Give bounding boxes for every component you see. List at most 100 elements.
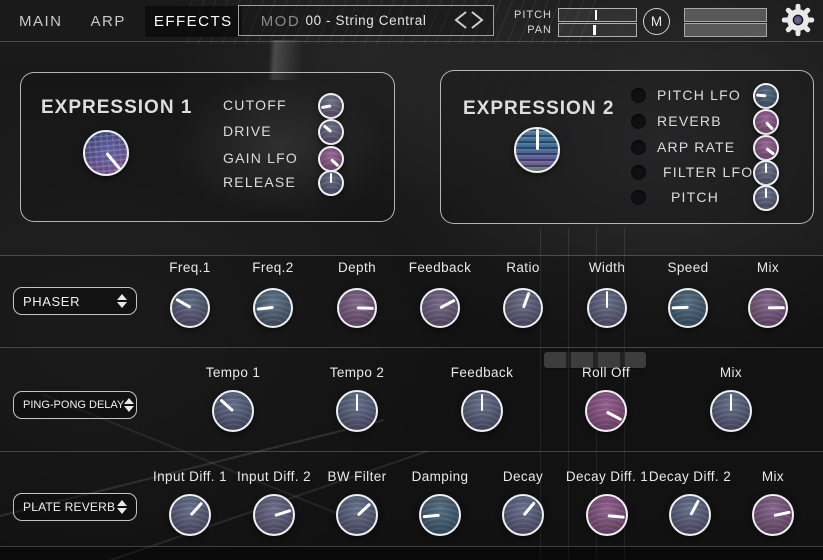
knob-label: Feedback [434, 365, 530, 383]
meter-top [684, 8, 767, 22]
expression-1-panel: EXPRESSION 1 CUTOFF DRIVE GAIN LFO RELEA… [20, 72, 395, 222]
pitch-slider[interactable] [558, 8, 637, 22]
tab-main[interactable]: MAIN [10, 6, 72, 37]
param-label-reverb: REVERB [657, 113, 722, 129]
settings-gear-icon[interactable] [779, 1, 817, 39]
knob-tempo2[interactable] [336, 390, 378, 432]
param-label-pitch-lfo: PITCH LFO [657, 87, 741, 103]
knob-pointer [322, 125, 331, 133]
knob-cell: Input Diff. 1 [142, 452, 238, 536]
knob-cell: Mix [725, 452, 821, 536]
tab-effects[interactable]: EFFECTS [145, 6, 242, 37]
bottom-strip [0, 546, 823, 560]
knob-pointer [671, 307, 688, 310]
knob-cell: Decay [475, 452, 571, 536]
knob-input-diff-1[interactable] [169, 494, 211, 536]
peg-dot [631, 190, 646, 205]
knob-label: Input Diff. 2 [226, 469, 322, 487]
knob-tempo1[interactable] [212, 390, 254, 432]
tab-arp[interactable]: ARP [82, 6, 135, 37]
knob-label: Mix [720, 260, 816, 278]
knob-label: Depth [309, 260, 405, 278]
expression-1-macro-knob[interactable] [83, 130, 129, 176]
knob-label: Ratio [475, 260, 571, 278]
preset-prev-icon[interactable] [456, 12, 466, 28]
header-divider [0, 41, 823, 42]
param-label-gain-lfo: GAIN LFO [223, 150, 298, 166]
knob-depth[interactable] [337, 288, 377, 328]
effect-selector-reverb[interactable]: PLATE REVERB [13, 493, 137, 521]
knob-delay-feedback[interactable] [461, 390, 503, 432]
peg-dot [631, 114, 646, 129]
knob-decay[interactable] [502, 494, 544, 536]
effect-selector-delay[interactable]: PING-PONG DELAY [13, 391, 137, 419]
knob-freq1[interactable] [170, 288, 210, 328]
knob-input-diff-2[interactable] [253, 494, 295, 536]
knob-cell: Mix [720, 256, 816, 328]
knob-label: Decay [475, 469, 571, 487]
knob-bw-filter[interactable] [336, 494, 378, 536]
knob-release[interactable] [318, 170, 344, 196]
knob-filter-lfo[interactable] [753, 160, 779, 186]
knob-cell: Feedback [392, 256, 488, 328]
param-label-arp-rate: ARP RATE [657, 139, 735, 155]
knob-reverb-mix[interactable] [752, 494, 794, 536]
preset-name: 00 - String Central [306, 13, 427, 28]
dropdown-arrows-icon [124, 398, 134, 412]
knob-cell: Roll Off [558, 348, 654, 432]
knob-label: Decay Diff. 2 [642, 469, 738, 487]
mono-button[interactable]: M [643, 8, 670, 35]
knob-pointer [105, 152, 121, 170]
knob-pointer [189, 501, 203, 516]
knob-mix[interactable] [748, 288, 788, 328]
knob-pitch[interactable] [753, 185, 779, 211]
knob-pointer [607, 514, 625, 518]
effect-selector-phaser[interactable]: PHASER [13, 287, 137, 315]
knob-label: Mix [683, 365, 779, 383]
knob-pointer [481, 394, 484, 411]
expression-2-macro-knob[interactable] [514, 127, 560, 173]
knob-cutoff[interactable] [318, 93, 344, 119]
knob-arp-rate[interactable] [753, 135, 779, 161]
knob-width[interactable] [587, 288, 627, 328]
effect-selector-label: PHASER [23, 294, 80, 309]
knob-ratio[interactable] [503, 288, 543, 328]
knob-pointer [689, 499, 699, 516]
knob-pointer [605, 410, 622, 420]
knob-pointer [330, 173, 333, 183]
knob-cell: Mix [683, 348, 779, 432]
knob-decay-diff-2[interactable] [669, 494, 711, 536]
knob-freq2[interactable] [253, 288, 293, 328]
knob-pitch-lfo[interactable] [753, 83, 779, 109]
knob-reverb[interactable] [753, 109, 779, 135]
preset-selector[interactable]: 00 - String Central [238, 5, 494, 36]
knob-decay-diff-1[interactable] [586, 494, 628, 536]
knob-damping[interactable] [419, 494, 461, 536]
knob-pointer [321, 105, 331, 109]
knob-cell: Feedback [434, 348, 530, 432]
param-label-cutoff: CUTOFF [223, 97, 287, 113]
knob-cell: Damping [392, 452, 488, 536]
knob-cell: Tempo 1 [185, 348, 281, 432]
knob-delay-mix[interactable] [710, 390, 752, 432]
knob-pointer [274, 508, 291, 516]
preset-next-icon[interactable] [472, 12, 482, 28]
pan-slider[interactable] [558, 23, 637, 37]
pitch-slider-handle[interactable] [595, 10, 598, 20]
knob-label: Input Diff. 1 [142, 469, 238, 487]
knob-label: Freq.2 [225, 260, 321, 278]
knob-gain-lfo[interactable] [318, 146, 344, 172]
knob-pointer [765, 188, 768, 198]
knob-label: BW Filter [309, 469, 405, 487]
knob-label: Decay Diff. 1 [559, 469, 655, 487]
knob-feedback[interactable] [420, 288, 460, 328]
knob-label: Tempo 1 [185, 365, 281, 383]
knob-cell: Ratio [475, 256, 571, 328]
preset-nav [449, 9, 489, 34]
knob-speed[interactable] [668, 288, 708, 328]
knob-roll-off[interactable] [585, 390, 627, 432]
pan-slider-handle[interactable] [593, 25, 596, 35]
knob-drive[interactable] [318, 119, 344, 145]
expression-1-title: EXPRESSION 1 [41, 97, 192, 119]
knob-pointer [356, 394, 359, 411]
